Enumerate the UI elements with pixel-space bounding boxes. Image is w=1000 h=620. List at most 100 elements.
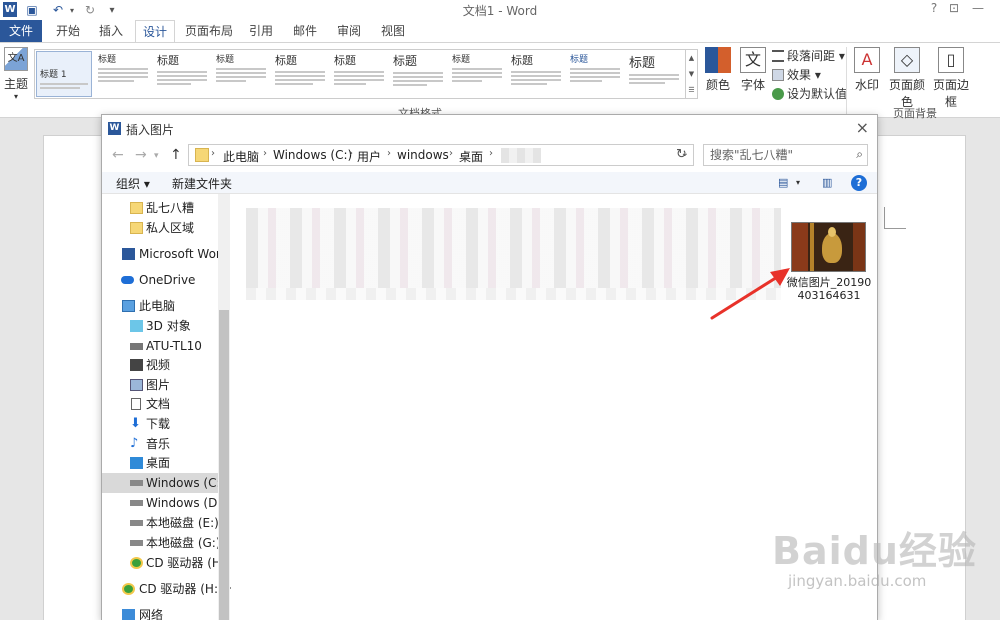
themes-icon: 文A xyxy=(4,47,28,71)
chevron-right-icon: › xyxy=(349,148,353,159)
sidebar-item-drive-g[interactable]: 本地磁盘 (G:) xyxy=(102,533,221,553)
sidebar-item-documents[interactable]: 文档 xyxy=(102,394,218,414)
back-icon[interactable]: ← xyxy=(112,147,124,163)
sidebar-item-pictures[interactable]: 图片 xyxy=(102,375,218,395)
themes-button[interactable]: 文A 主题 ▾ xyxy=(2,47,30,101)
page-margin-corner xyxy=(884,207,906,229)
tab-page-layout[interactable]: 页面布局 xyxy=(183,20,235,42)
watermark-text: Baidu经验 xyxy=(772,529,977,573)
search-input[interactable] xyxy=(704,145,844,165)
minimize-icon[interactable]: — xyxy=(968,1,988,15)
ribbon-tabs: 文件 开始 插入 设计 页面布局 引用 邮件 审阅 视图 xyxy=(0,20,1000,43)
sidebar-item-desktop[interactable]: 桌面 xyxy=(102,453,218,473)
breadcrumb-item[interactable]: 桌面 xyxy=(459,148,483,165)
help-button[interactable]: ? xyxy=(924,1,944,15)
3d-objects-icon xyxy=(130,320,143,332)
sidebar-item-this-pc[interactable]: 此电脑 xyxy=(102,296,218,316)
watermark-label: 水印 xyxy=(854,78,879,92)
sidebar-item-device[interactable]: ATU-TL10 xyxy=(102,336,218,356)
colors-icon xyxy=(705,47,731,73)
tab-file[interactable]: 文件 xyxy=(0,20,42,42)
tab-references[interactable]: 引用 xyxy=(243,20,279,42)
sidebar-item-folder[interactable]: 私人区域 xyxy=(102,218,218,238)
watermark-button[interactable]: A 水印 xyxy=(852,47,882,93)
sidebar-item-folder[interactable]: 乱七八糟 xyxy=(102,198,218,218)
style-set-item[interactable]: 标题 xyxy=(567,51,623,97)
refresh-icon[interactable]: ↻ xyxy=(676,147,687,162)
page-color-button[interactable]: ◇ 页面颜色 xyxy=(885,47,929,110)
dialog-title: 插入图片 xyxy=(126,123,175,137)
breadcrumb-item[interactable]: Windows (C:) xyxy=(273,148,352,162)
sidebar-item-drive-e[interactable]: 本地磁盘 (E:) xyxy=(102,513,219,533)
tab-insert[interactable]: 插入 xyxy=(93,20,129,42)
drive-icon xyxy=(130,480,143,486)
paragraph-spacing-button[interactable]: 段落间距 ▾ xyxy=(772,47,845,64)
breadcrumb-item[interactable]: windows xyxy=(397,148,449,162)
style-set-item[interactable]: 标题 xyxy=(95,51,151,97)
ribbon: 文A 主题 ▾ 标题 1 标题 标题 标题 标题 标题 标题 标题 标题 标题 … xyxy=(0,42,1000,120)
network-icon xyxy=(122,609,135,620)
watermark-url: jingyan.baidu.com xyxy=(788,572,927,590)
style-set-item[interactable]: 标题 xyxy=(154,51,210,97)
chevron-right-icon: › xyxy=(489,148,493,159)
recent-locations-icon[interactable]: ▾ xyxy=(154,151,159,161)
gallery-scroll[interactable]: ▲ ▼ ☰ xyxy=(686,49,698,99)
themes-label: 主题 xyxy=(3,77,28,91)
search-icon[interactable]: ⌕ xyxy=(856,147,863,162)
tab-home[interactable]: 开始 xyxy=(50,20,86,42)
sidebar-item-onedrive[interactable]: OneDrive xyxy=(102,270,218,290)
preview-pane-icon[interactable]: ▥ xyxy=(822,176,832,189)
address-bar[interactable]: › 此电脑 › Windows (C:) › 用户 › windows › 桌面… xyxy=(188,144,694,166)
sidebar-item-microsoft-word[interactable]: Microsoft Word xyxy=(102,244,228,264)
search-box[interactable]: ⌕ xyxy=(703,144,868,166)
sidebar-item-cd-drive[interactable]: CD 驱动器 (H:) xyxy=(102,553,230,573)
fonts-button[interactable]: 文 字体 xyxy=(738,47,768,93)
colors-button[interactable]: 颜色 xyxy=(703,47,733,93)
command-bar: 组织 ▾ 新建文件夹 ▤ ▾ ▥ ? xyxy=(102,172,877,194)
sidebar-item-cd-drive[interactable]: CD 驱动器 (H:) H xyxy=(102,579,231,599)
style-set-item[interactable]: 标题 xyxy=(626,51,682,97)
tab-review[interactable]: 审阅 xyxy=(331,20,367,42)
forward-icon[interactable]: → xyxy=(135,147,147,163)
sidebar-item-network[interactable]: 网络 xyxy=(102,605,218,620)
title-bar: W ▣ ↶ ▾ ↻ ▾ 文档1 - Word ? ⊡ — xyxy=(0,0,1000,20)
sidebar-item-3d-objects[interactable]: 3D 对象 xyxy=(102,316,218,336)
sidebar-item-drive-c[interactable]: Windows (C:) xyxy=(102,473,225,493)
ribbon-display-options-icon[interactable]: ⊡ xyxy=(944,1,964,15)
style-set-item[interactable]: 标题 xyxy=(390,51,446,97)
sidebar-item-downloads[interactable]: ⬇ 下载 xyxy=(102,414,218,434)
page-borders-button[interactable]: ▯ 页面边框 xyxy=(930,47,972,110)
sidebar-item-music[interactable]: ♪ 音乐 xyxy=(102,434,218,454)
style-set-item[interactable]: 标题 xyxy=(213,51,269,97)
style-set-item[interactable]: 标题 xyxy=(331,51,387,97)
breadcrumb-item[interactable]: 此电脑 xyxy=(223,148,259,165)
view-options-icon[interactable]: ▤ xyxy=(778,176,788,189)
up-icon[interactable]: ↑ xyxy=(170,147,182,163)
annotation-arrow xyxy=(710,268,790,320)
effects-button[interactable]: 效果 ▾ xyxy=(772,66,821,83)
file-thumbnail[interactable] xyxy=(791,222,866,272)
dialog-title-bar: W 插入图片 × xyxy=(102,115,877,142)
watermark-icon: A xyxy=(854,47,880,73)
tab-view[interactable]: 视图 xyxy=(375,20,411,42)
drive-icon xyxy=(130,520,143,526)
style-set-item[interactable]: 标题 1 xyxy=(36,51,92,97)
chevron-right-icon: › xyxy=(263,148,267,159)
organize-button[interactable]: 组织 ▾ xyxy=(116,175,150,192)
sidebar-scroll-thumb[interactable] xyxy=(219,310,229,620)
chevron-down-icon[interactable]: ▾ xyxy=(796,178,800,187)
set-as-default-button[interactable]: 设为默认值 xyxy=(772,85,847,102)
close-icon[interactable]: × xyxy=(856,118,869,137)
sidebar-item-drive-d[interactable]: Windows (D:) xyxy=(102,493,226,513)
style-set-item[interactable]: 标题 xyxy=(272,51,328,97)
sidebar-item-videos[interactable]: 视频 xyxy=(102,355,218,375)
breadcrumb-item[interactable]: 用户 xyxy=(357,148,381,165)
help-icon[interactable]: ? xyxy=(851,175,867,191)
tab-design[interactable]: 设计 xyxy=(135,20,175,43)
new-folder-button[interactable]: 新建文件夹 xyxy=(172,175,232,192)
paragraph-spacing-icon xyxy=(772,50,784,62)
tab-mailings[interactable]: 邮件 xyxy=(287,20,323,42)
colors-label: 颜色 xyxy=(705,78,730,92)
style-set-item[interactable]: 标题 xyxy=(508,51,564,97)
style-set-item[interactable]: 标题 xyxy=(449,51,505,97)
